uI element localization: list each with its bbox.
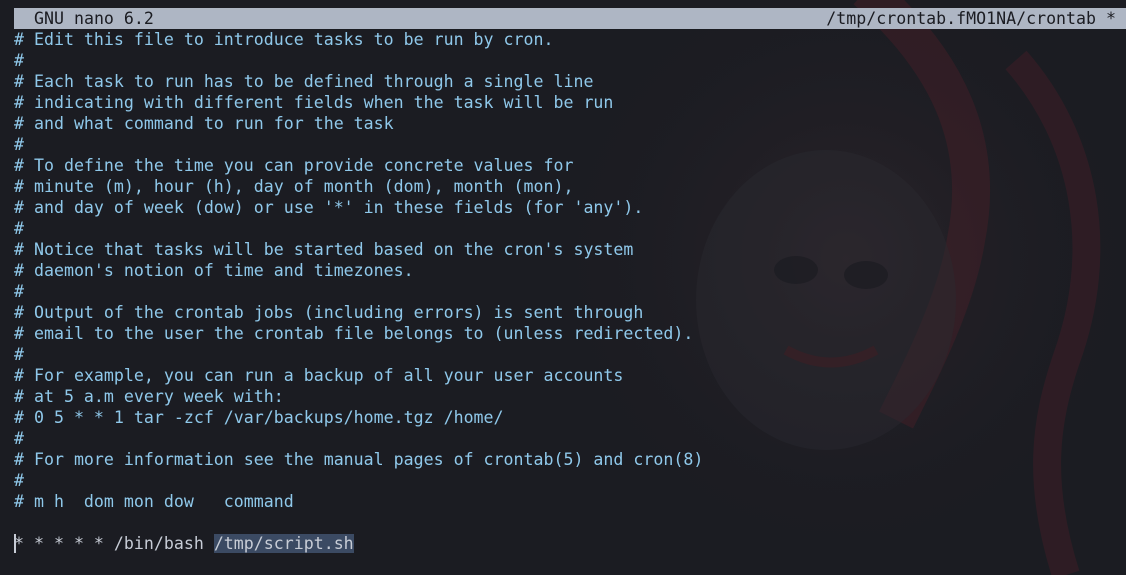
editor-line[interactable]: # at 5 a.m every week with:: [14, 386, 1114, 407]
editor-line[interactable]: #: [14, 470, 1114, 491]
editor-line[interactable]: #: [14, 344, 1114, 365]
editor-line[interactable]: #: [14, 134, 1114, 155]
editor-line[interactable]: # and day of week (dow) or use '*' in th…: [14, 197, 1114, 218]
editor-line[interactable]: # Output of the crontab jobs (including …: [14, 302, 1114, 323]
editor-line[interactable]: [14, 512, 1114, 533]
editor-line[interactable]: # 0 5 * * 1 tar -zcf /var/backups/home.t…: [14, 407, 1114, 428]
editor-line[interactable]: # Each task to run has to be defined thr…: [14, 71, 1114, 92]
editor-line[interactable]: #: [14, 50, 1114, 71]
editor-line[interactable]: # daemon's notion of time and timezones.: [14, 260, 1114, 281]
editor-line[interactable]: # For more information see the manual pa…: [14, 449, 1114, 470]
editor-buffer[interactable]: # Edit this file to introduce tasks to b…: [14, 29, 1114, 554]
editor-line[interactable]: #: [14, 428, 1114, 449]
file-path-label: /tmp/crontab.fMO1NA/crontab *: [826, 9, 1116, 28]
cron-entry-line[interactable]: * * * * * /bin/bash /tmp/script.sh: [14, 533, 1114, 554]
terminal-window[interactable]: GNU nano 6.2 /tmp/crontab.fMO1NA/crontab…: [0, 0, 1126, 575]
editor-line[interactable]: # Edit this file to introduce tasks to b…: [14, 29, 1114, 50]
editor-line[interactable]: # To define the time you can provide con…: [14, 155, 1114, 176]
nano-title-bar: GNU nano 6.2 /tmp/crontab.fMO1NA/crontab…: [14, 8, 1126, 29]
editor-line[interactable]: #: [14, 218, 1114, 239]
editor-line[interactable]: # m h dom mon dow command: [14, 491, 1114, 512]
editor-line[interactable]: # minute (m), hour (h), day of month (do…: [14, 176, 1114, 197]
editor-line[interactable]: #: [14, 281, 1114, 302]
editor-line[interactable]: # indicating with different fields when …: [14, 92, 1114, 113]
selected-script-path[interactable]: /tmp/script.sh: [213, 534, 354, 553]
app-version-label: GNU nano 6.2: [34, 9, 154, 28]
editor-line[interactable]: # email to the user the crontab file bel…: [14, 323, 1114, 344]
editor-line[interactable]: # and what command to run for the task: [14, 113, 1114, 134]
cron-entry-command[interactable]: * * * * * /bin/bash: [14, 534, 214, 553]
editor-line[interactable]: # Notice that tasks will be started base…: [14, 239, 1114, 260]
editor-line[interactable]: # For example, you can run a backup of a…: [14, 365, 1114, 386]
